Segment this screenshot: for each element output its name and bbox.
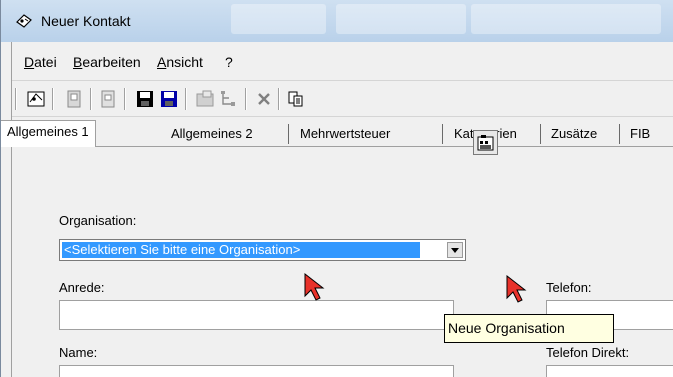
anrede-label: Anrede: xyxy=(59,280,105,295)
anrede-input[interactable] xyxy=(59,300,454,330)
toolbar-separator xyxy=(52,88,54,110)
toolbar xyxy=(12,82,673,117)
tab-separator xyxy=(619,124,620,144)
telefon-direkt-input[interactable] xyxy=(546,365,673,377)
organisation-selected-value: <Selektieren Sie bitte eine Organisation… xyxy=(62,242,420,258)
tab-separator xyxy=(442,124,443,144)
delete-icon[interactable] xyxy=(252,87,276,111)
pointer-arrow-icon xyxy=(506,274,527,303)
toolbar-separator xyxy=(185,88,187,110)
toolbar-separator xyxy=(278,88,280,110)
copy-icon[interactable] xyxy=(284,87,308,111)
building-icon xyxy=(477,135,494,151)
tab-fib[interactable]: FIB xyxy=(624,123,656,145)
menu-bearbeiten[interactable]: Bearbeiten xyxy=(73,54,141,70)
toolbar-separator xyxy=(124,88,126,110)
tab-separator xyxy=(540,124,541,144)
save-as-icon[interactable] xyxy=(157,87,181,111)
telefon-direkt-label: Telefon Direkt: xyxy=(546,345,630,360)
chevron-down-icon[interactable] xyxy=(447,242,463,258)
name-input[interactable] xyxy=(59,365,454,377)
toolbar-separator xyxy=(15,88,17,110)
menu-ansicht[interactable]: Ansicht xyxy=(157,54,203,70)
organisation-label: Organisation: xyxy=(59,213,137,228)
menu-bar: Datei Bearbeiten Ansicht ? xyxy=(12,42,673,81)
window-title: Neuer Kontakt xyxy=(41,13,131,29)
background-window-ghost xyxy=(471,4,661,34)
menu-datei[interactable]: Datei xyxy=(24,54,57,70)
contact-card-icon xyxy=(16,14,32,28)
organisation-combobox[interactable]: <Selektieren Sie bitte eine Organisation… xyxy=(59,239,466,261)
tab-allgemeines-1[interactable]: Allgemeines 1 xyxy=(1,120,96,147)
tab-separator xyxy=(288,124,289,144)
pointer-arrow-icon xyxy=(304,272,325,301)
new-organisation-tooltip: Neue Organisation xyxy=(444,314,614,343)
properties-icon[interactable] xyxy=(193,87,217,111)
background-window-ghost xyxy=(336,4,466,34)
toolbar-separator xyxy=(245,88,247,110)
tree-icon[interactable] xyxy=(217,87,241,111)
tab-allgemeines-2[interactable]: Allgemeines 2 xyxy=(165,123,259,145)
tab-mehrwertsteuer[interactable]: Mehrwertsteuer xyxy=(294,123,396,145)
toolbar-separator xyxy=(90,88,92,110)
name-label: Name: xyxy=(59,345,98,360)
save-icon[interactable] xyxy=(133,87,157,111)
new-contact-icon[interactable] xyxy=(24,87,48,111)
document-icon[interactable] xyxy=(96,87,120,111)
card-icon[interactable] xyxy=(62,87,86,111)
contact-window: Neuer Kontakt Datei Bearbeiten Ansicht ? xyxy=(0,0,673,377)
title-bar[interactable]: Neuer Kontakt xyxy=(1,0,673,42)
background-window-ghost xyxy=(231,4,326,34)
telefon-label: Telefon: xyxy=(546,280,592,295)
new-organisation-button[interactable] xyxy=(473,130,498,155)
tab-bar: Allgemeines 1 Allgemeines 2 Mehrwertsteu… xyxy=(1,118,673,147)
menu-help[interactable]: ? xyxy=(225,54,233,70)
tab-zusaetze[interactable]: Zusätze xyxy=(545,123,603,145)
